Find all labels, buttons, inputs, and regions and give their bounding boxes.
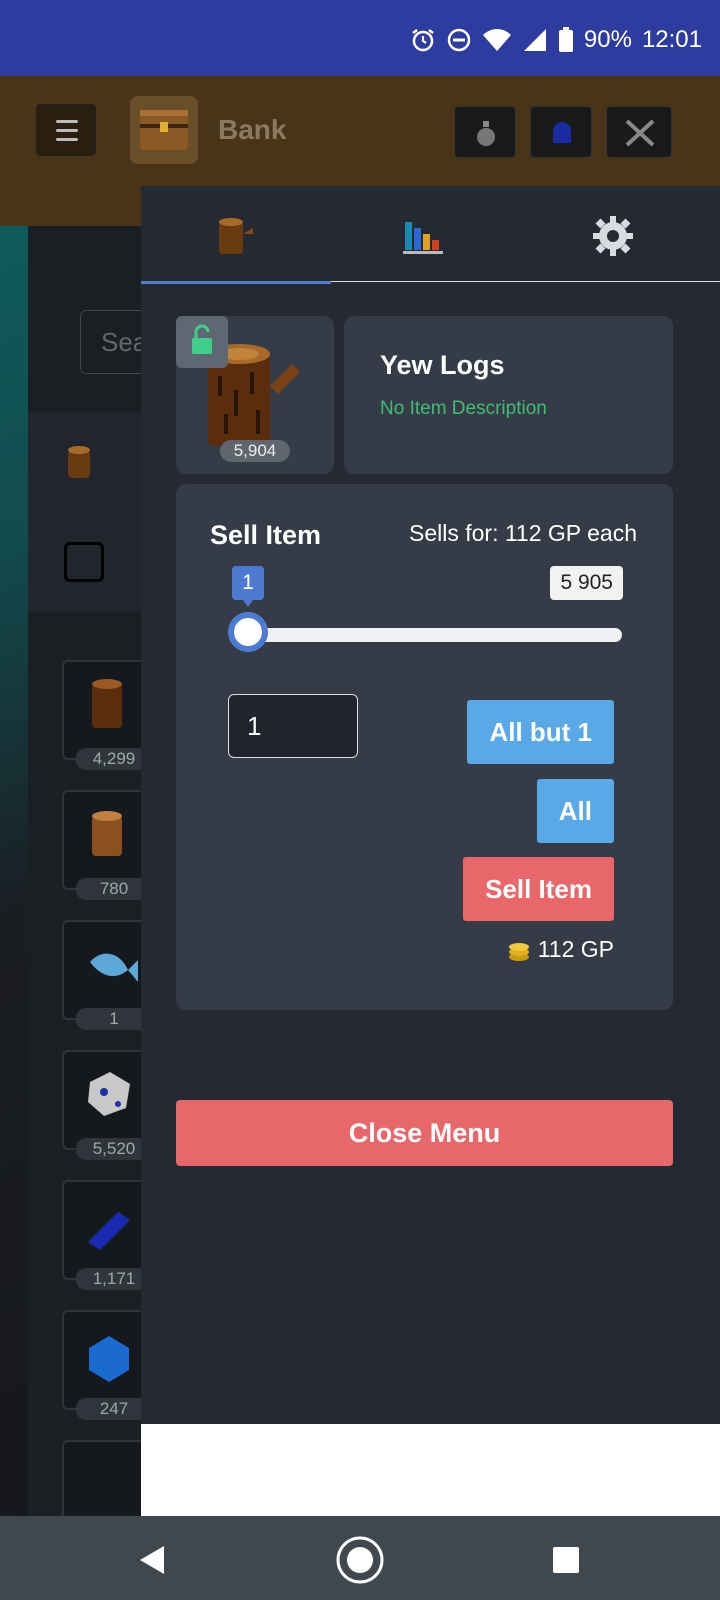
back-button[interactable] <box>124 1530 184 1590</box>
item-description: No Item Description <box>380 398 547 419</box>
all-button[interactable]: All <box>536 779 614 843</box>
all-but-one-button[interactable]: All but 1 <box>467 700 614 764</box>
status-icons: 90% 12:01 <box>410 26 702 54</box>
tab-item[interactable] <box>141 186 331 284</box>
slider-value-tooltip: 1 <box>232 566 264 607</box>
recents-button[interactable] <box>536 1530 596 1590</box>
item-count: 5,904 <box>220 440 290 462</box>
navigation-bar <box>0 1516 720 1600</box>
potion-icon <box>477 121 495 146</box>
stats-chart-icon <box>403 222 443 254</box>
tab-settings[interactable] <box>521 186 711 282</box>
quantity-slider-track[interactable] <box>232 628 622 642</box>
close-menu-button[interactable]: Close Menu <box>176 1100 673 1166</box>
bank-item[interactable]: 1 <box>62 920 152 1030</box>
unlock-icon <box>192 324 212 354</box>
total-gp-value: 112 GP <box>537 936 614 962</box>
combat-button[interactable] <box>606 106 672 158</box>
item-name: Yew Logs <box>380 350 505 380</box>
tab-stats[interactable] <box>331 186 521 282</box>
drawer-footer <box>141 1424 720 1516</box>
bank-item[interactable]: 1,171 <box>62 1180 152 1290</box>
wifi-icon <box>482 29 511 51</box>
tab-row <box>28 412 158 512</box>
back-icon <box>140 1546 164 1574</box>
status-bar: 90% 12:01 <box>0 0 720 76</box>
sell-item-button[interactable]: Sell Item <box>463 857 614 921</box>
select-checkbox[interactable] <box>64 542 104 582</box>
log-icon <box>219 218 253 254</box>
gear-icon <box>593 216 633 256</box>
quantity-slider-handle[interactable] <box>228 612 268 652</box>
bank-item[interactable]: 247 <box>62 1310 152 1420</box>
sell-price-text: Sells for: 112 GP each <box>408 520 637 546</box>
recents-icon <box>553 1547 579 1573</box>
item-drawer: 5,904 Yew Logs No Item Description Sell … <box>141 186 720 1424</box>
clock: 12:01 <box>641 26 702 53</box>
sell-title: Sell Item <box>210 520 322 550</box>
crossed-swords-icon <box>625 119 655 147</box>
slider-max-label: 5 905 <box>550 566 623 600</box>
lock-toggle-button[interactable] <box>176 316 228 368</box>
item-image-card: 5,904 <box>176 316 334 474</box>
hamburger-menu-button[interactable] <box>36 104 96 156</box>
page-title: Bank <box>218 114 287 145</box>
item-info-card: Yew Logs No Item Description <box>344 316 673 474</box>
home-icon <box>336 1536 384 1584</box>
bank-item[interactable]: 5,520 <box>62 1050 152 1160</box>
do-not-disturb-icon <box>447 28 471 52</box>
total-gp: 112 GP <box>506 936 614 963</box>
alarm-icon <box>412 29 434 52</box>
signal-icon <box>523 29 546 51</box>
drawer-tabs <box>141 186 720 284</box>
home-button[interactable] <box>330 1530 390 1590</box>
sell-panel: Sell Item Sells for: 112 GP each 1 5 905… <box>176 484 673 1010</box>
bank-chest-icon <box>130 96 198 164</box>
bank-item[interactable]: 4,299 <box>62 660 152 770</box>
coins-icon <box>508 942 529 961</box>
potion-button[interactable] <box>454 106 516 158</box>
log-icon <box>68 446 90 478</box>
helmet-button[interactable] <box>530 106 592 158</box>
quantity-input[interactable] <box>228 694 358 758</box>
battery-percent: 90% <box>583 26 632 53</box>
bank-item[interactable]: 780 <box>62 790 152 900</box>
battery-icon <box>558 27 573 52</box>
helmet-icon <box>553 122 571 143</box>
